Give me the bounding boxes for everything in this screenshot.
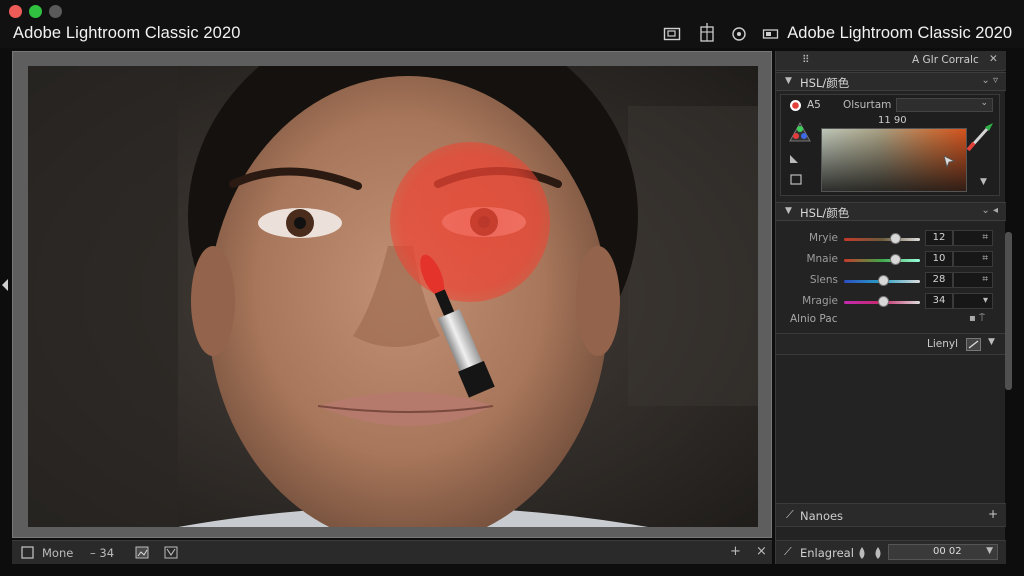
mode-label: A5 xyxy=(807,99,821,111)
close-window-button[interactable] xyxy=(9,5,22,18)
color-mode-label: Olsurtam xyxy=(843,99,892,111)
slider-value[interactable]: 34 xyxy=(925,293,953,309)
color-gradient-field[interactable] xyxy=(821,128,967,192)
view-mode-label[interactable]: Mone xyxy=(42,546,73,560)
develop-right-panel: ⠿ A GIr Corralc ✕ ▼ HSL/颜色 ⌄ ▿ A5 Olsurt… xyxy=(775,51,1006,564)
slider-row[interactable]: Slens 28 ⌗ xyxy=(776,271,1006,291)
reset-icon[interactable]: ▪ ⍑ xyxy=(969,313,985,324)
slider-stepper[interactable]: ⌗ xyxy=(953,251,993,267)
photo-preview[interactable] xyxy=(28,66,758,527)
minimize-window-button[interactable] xyxy=(49,5,62,18)
slider-track[interactable] xyxy=(844,238,920,241)
chevron-down-icon: ⌄ xyxy=(980,98,988,108)
section-header-controls[interactable]: ⌄ ▿ xyxy=(981,75,998,86)
auto-label: Alnio Pac xyxy=(790,313,838,325)
add-button[interactable]: + xyxy=(730,544,741,559)
chevron-down-icon[interactable]: ▼ xyxy=(988,337,995,347)
slider-label: Mragie xyxy=(802,295,838,307)
slider-label: Slens xyxy=(809,274,838,286)
slider-stepper[interactable]: ▾ xyxy=(953,293,993,309)
left-panel-toggle-icon[interactable] xyxy=(2,279,8,291)
image-canvas[interactable] xyxy=(12,51,772,538)
drop-icon[interactable] xyxy=(856,546,886,560)
compare-icon[interactable] xyxy=(164,546,178,559)
panel-scrollbar[interactable] xyxy=(1005,232,1012,390)
title-bar: Adobe Lightroom Classic 2020 Adobe Light… xyxy=(0,0,1024,48)
slider-knob[interactable] xyxy=(890,254,902,265)
eyedropper-icon[interactable] xyxy=(789,152,802,164)
slider-track[interactable] xyxy=(844,259,920,262)
color-wheel-icon[interactable] xyxy=(789,122,811,142)
panel-top-label: A GIr Corralc xyxy=(912,54,979,66)
footer-dropdown[interactable]: 00 02 ▼ xyxy=(888,544,998,560)
slider-knob[interactable] xyxy=(878,275,890,286)
footer-label: Enlagreal xyxy=(800,546,854,560)
panel-footer: ⟋ Enlagreal 00 02 ▼ xyxy=(776,540,1006,564)
battery-icon[interactable] xyxy=(762,26,780,42)
slider-row[interactable]: Mnaie 10 ⌗ xyxy=(776,250,1006,270)
color-readout: 11 90 xyxy=(878,115,907,126)
slider-knob[interactable] xyxy=(878,296,890,307)
color-picker-panel: A5 Olsurtam ⌄ 11 90 ▼ xyxy=(780,94,1000,196)
section-header-controls[interactable]: ⌄ ◂ xyxy=(981,205,998,216)
bottom-toolbar: Mone – 34 + × xyxy=(12,540,772,564)
hsl-sliders-header[interactable]: ▼ HSL/颜色 ⌄ ◂ xyxy=(776,202,1006,221)
close-panel-icon[interactable]: ✕ xyxy=(989,53,998,65)
checkbox-icon[interactable] xyxy=(21,546,34,559)
chevron-down-icon: ▼ xyxy=(986,546,993,556)
crop-icon[interactable] xyxy=(663,26,681,42)
slider-value[interactable]: 28 xyxy=(925,272,953,288)
color-mode-dropdown[interactable]: ⌄ xyxy=(896,98,993,112)
square-swatch-icon[interactable] xyxy=(790,174,802,185)
maximize-window-button[interactable] xyxy=(29,5,42,18)
trash-icon[interactable] xyxy=(698,22,716,42)
footer-value: 00 02 xyxy=(933,546,962,557)
add-icon[interactable]: + xyxy=(988,507,998,521)
target-adjust-icon[interactable] xyxy=(789,99,802,112)
slider-label: Mnaie xyxy=(806,253,838,265)
hsl-section-title: HSL/颜色 xyxy=(800,76,850,90)
hsl-sliders-title: HSL/颜色 xyxy=(800,206,850,220)
slider-stepper[interactable]: ⌗ xyxy=(953,272,993,288)
grid-icon[interactable]: ⠿ xyxy=(802,54,810,66)
slider-group: Mryie 12 ⌗ Mnaie 10 ⌗ Slens 28 ⌗ Mragie … xyxy=(776,229,1006,319)
legend-label: Lienyl xyxy=(927,338,959,350)
image-icon[interactable] xyxy=(135,546,149,559)
hsl-section-header[interactable]: ▼ HSL/颜色 ⌄ ▿ xyxy=(776,72,1006,91)
slider-label: Mryie xyxy=(809,232,838,244)
app-title: Adobe Lightroom Classic 2020 xyxy=(13,24,241,42)
slider-value[interactable]: 12 xyxy=(925,230,953,246)
slider-value[interactable]: 10 xyxy=(925,251,953,267)
legend-bar: Lienyl ▼ xyxy=(776,333,1006,355)
slider-row[interactable]: Mragie 34 ▾ xyxy=(776,292,1006,312)
expand-triangle-icon[interactable]: ▼ xyxy=(785,206,792,216)
expand-triangle-icon[interactable]: ▼ xyxy=(785,76,792,86)
panel-top-bar: ⠿ A GIr Corralc ✕ xyxy=(776,51,1006,71)
brush-tool-icon[interactable] xyxy=(965,121,995,153)
slider-knob[interactable] xyxy=(890,233,902,244)
chevron-down-icon[interactable]: ▼ xyxy=(980,177,987,187)
nanoes-label: Nanoes xyxy=(800,509,844,523)
brush-small-icon: ⟋ xyxy=(786,508,794,521)
nanoes-section[interactable]: ⟋ Nanoes + xyxy=(776,503,1006,527)
slider-row[interactable]: Mryie 12 ⌗ xyxy=(776,229,1006,249)
zoom-readout[interactable]: – 34 xyxy=(90,546,114,560)
slider-stepper[interactable]: ⌗ xyxy=(953,230,993,246)
target-icon[interactable] xyxy=(730,26,748,42)
close-button[interactable]: × xyxy=(756,544,767,559)
brush-small-icon[interactable]: ⟋ xyxy=(784,545,792,559)
edit-icon[interactable] xyxy=(966,338,981,351)
app-title-secondary: Adobe Lightroom Classic 2020 xyxy=(787,24,1012,42)
cursor-icon xyxy=(943,155,956,168)
